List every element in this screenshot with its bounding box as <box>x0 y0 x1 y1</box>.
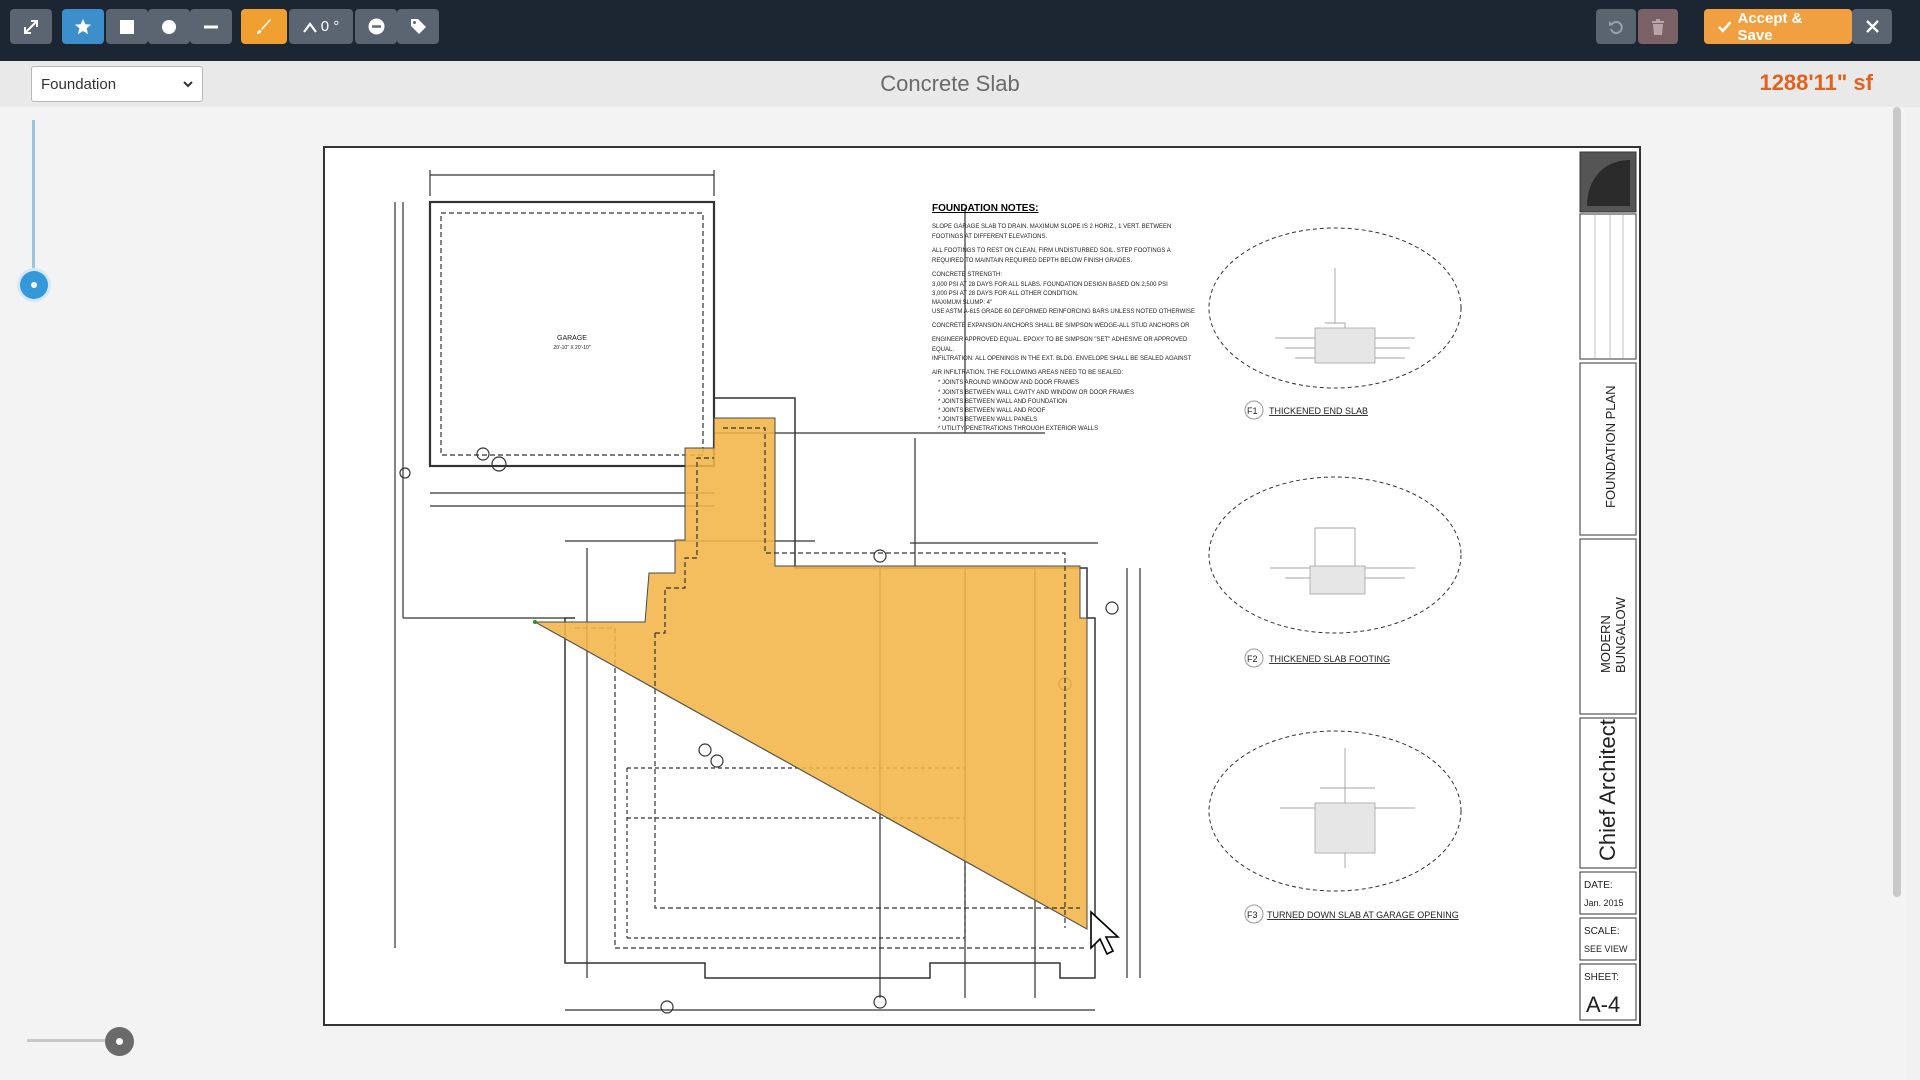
note-line: 3,000 PSI AT 28 DAYS FOR ALL SLABS. FOUN… <box>932 282 1168 288</box>
trash-icon <box>1652 18 1664 35</box>
accept-save-button[interactable]: Accept & Save <box>1704 9 1852 44</box>
scale-value: SEE VIEW <box>1584 944 1628 954</box>
detail-f3-number: F3 <box>1247 910 1258 920</box>
note-line: 3,000 PSI AT 28 DAYS FOR ALL OTHER CONDI… <box>932 291 1079 297</box>
angle-value: 0 ° <box>320 18 340 35</box>
room-label: GARAGE <box>557 335 587 342</box>
detail-f2: F2 THICKENED SLAB FOOTING <box>1208 476 1462 668</box>
note-line: USE ASTM A-615 GRADE 60 DEFORMED REINFOR… <box>932 309 1195 315</box>
rectangle-tool-button[interactable] <box>106 9 148 44</box>
note-line: INFILTRATION: ALL OPENINGS IN THE EXT. B… <box>932 356 1192 362</box>
note-line: * JOINTS BETWEEN WALL AND FOUNDATION <box>938 399 1067 405</box>
detail-f1: F1 THICKENED END SLAB <box>1208 227 1462 420</box>
scale-label: SCALE: <box>1584 926 1620 937</box>
slab-selection-polygon[interactable] <box>533 417 1088 930</box>
detail-f1-label: THICKENED END SLAB <box>1269 406 1368 416</box>
vertical-zoom-handle[interactable] <box>20 271 48 299</box>
note-line: ALL FOOTINGS TO REST ON CLEAN, FIRM UNDI… <box>932 248 1171 254</box>
detail-f1-number: F1 <box>1247 406 1258 416</box>
accept-save-label: Accept & Save <box>1737 9 1803 44</box>
minus-circle-icon <box>368 18 384 35</box>
angle-icon <box>302 21 317 33</box>
note-line: EQUAL. <box>932 347 954 353</box>
paint-tool-button[interactable] <box>241 9 287 44</box>
firm-name: Chief Architect <box>1595 719 1620 861</box>
note-line: CONCRETE STRENGTH: <box>932 272 1002 278</box>
line-tool-button[interactable] <box>190 9 232 44</box>
title-block: FOUNDATION PLAN MODERN BUNGALOW Chief Ar… <box>1579 151 1637 1021</box>
note-line: SLOPE GARAGE SLAB TO DRAIN. MAXIMUM SLOP… <box>932 224 1171 230</box>
header-bar: Foundation Concrete Slab 1288'11" sf <box>0 61 1920 107</box>
note-line: * JOINTS BETWEEN WALL CAVITY AND WINDOW … <box>938 390 1134 396</box>
foundation-plan-drawing: GARAGE 20'-10" X 20'-10" FOUNDATION NOTE… <box>394 151 1637 1021</box>
page-title: Concrete Slab <box>880 71 1020 96</box>
foundation-notes: FOUNDATION NOTES: SLOPE GARAGE SLAB TO D… <box>932 203 1195 432</box>
star-icon <box>74 18 92 34</box>
square-icon <box>120 19 134 34</box>
detail-f2-number: F2 <box>1247 654 1258 664</box>
note-line: FOOTINGS AT DIFFERENT ELEVATIONS. <box>932 234 1047 240</box>
sheet-label: SHEET: <box>1584 972 1619 983</box>
room-size: 20'-10" X 20'-10" <box>553 345 590 351</box>
sheet-title: FOUNDATION PLAN <box>1603 385 1618 508</box>
tag-icon <box>410 19 426 34</box>
circle-icon <box>162 19 176 34</box>
detail-f3: F3 TURNED DOWN SLAB AT GARAGE OPENING <box>1208 730 1462 924</box>
circle-tool-button[interactable] <box>148 9 190 44</box>
minus-button[interactable] <box>355 9 397 44</box>
note-line: * JOINTS BETWEEN WALL PANELS <box>938 417 1037 423</box>
notes-title: FOUNDATION NOTES: <box>932 203 1038 214</box>
close-icon <box>1865 20 1879 33</box>
brush-icon <box>257 18 271 34</box>
angle-control[interactable]: 0 ° <box>289 9 353 44</box>
note-line: REQUIRED TO MAINTAIN REQUIRED DEPTH BELO… <box>932 258 1132 264</box>
tag-button[interactable] <box>397 9 439 44</box>
vertical-scrollbar[interactable] <box>1893 107 1901 897</box>
note-line: CONCRETE EXPANSION ANCHORS SHALL BE SIMP… <box>932 323 1190 329</box>
undo-button[interactable] <box>1596 9 1636 44</box>
project-name-line2: BUNGALOW <box>1613 596 1628 673</box>
note-line: AIR INFILTRATION. THE FOLLOWING AREAS NE… <box>932 370 1123 376</box>
vertical-zoom-track[interactable] <box>32 120 35 282</box>
note-line: * JOINTS AROUND WINDOW AND DOOR FRAMES <box>938 380 1079 386</box>
detail-f3-label: TURNED DOWN SLAB AT GARAGE OPENING <box>1267 910 1459 920</box>
close-button[interactable] <box>1852 9 1892 44</box>
detail-f2-label: THICKENED SLAB FOOTING <box>1269 654 1390 664</box>
note-line: ENGINEER APPROVED EQUAL. EPOXY TO BE SIM… <box>932 337 1188 343</box>
blueprint-sheet: GARAGE 20'-10" X 20'-10" FOUNDATION NOTE… <box>323 146 1641 1026</box>
project-name-line1: MODERN <box>1598 615 1613 673</box>
delete-button[interactable] <box>1638 9 1678 44</box>
note-line: * JOINTS BETWEEN WALL AND ROOF <box>938 408 1046 414</box>
horizontal-zoom-handle[interactable] <box>105 1027 134 1056</box>
date-label: DATE: <box>1584 880 1613 891</box>
expand-button[interactable] <box>10 9 52 44</box>
sheet-number: A-4 <box>1586 992 1620 1017</box>
line-icon <box>204 25 218 28</box>
favorite-button[interactable] <box>62 9 104 44</box>
note-line: MAXIMUM SLUMP: 4" <box>932 300 992 306</box>
checkmark-icon <box>1718 20 1732 33</box>
toolbar: 0 ° Accept & Save <box>0 0 1920 61</box>
date-value: Jan. 2015 <box>1584 898 1624 908</box>
area-readout: 1288'11" sf <box>1759 70 1873 95</box>
undo-icon <box>1609 20 1623 34</box>
expand-icon <box>24 19 38 34</box>
note-line: * UTILITY PENETRATIONS THROUGH EXTERIOR … <box>938 426 1098 432</box>
